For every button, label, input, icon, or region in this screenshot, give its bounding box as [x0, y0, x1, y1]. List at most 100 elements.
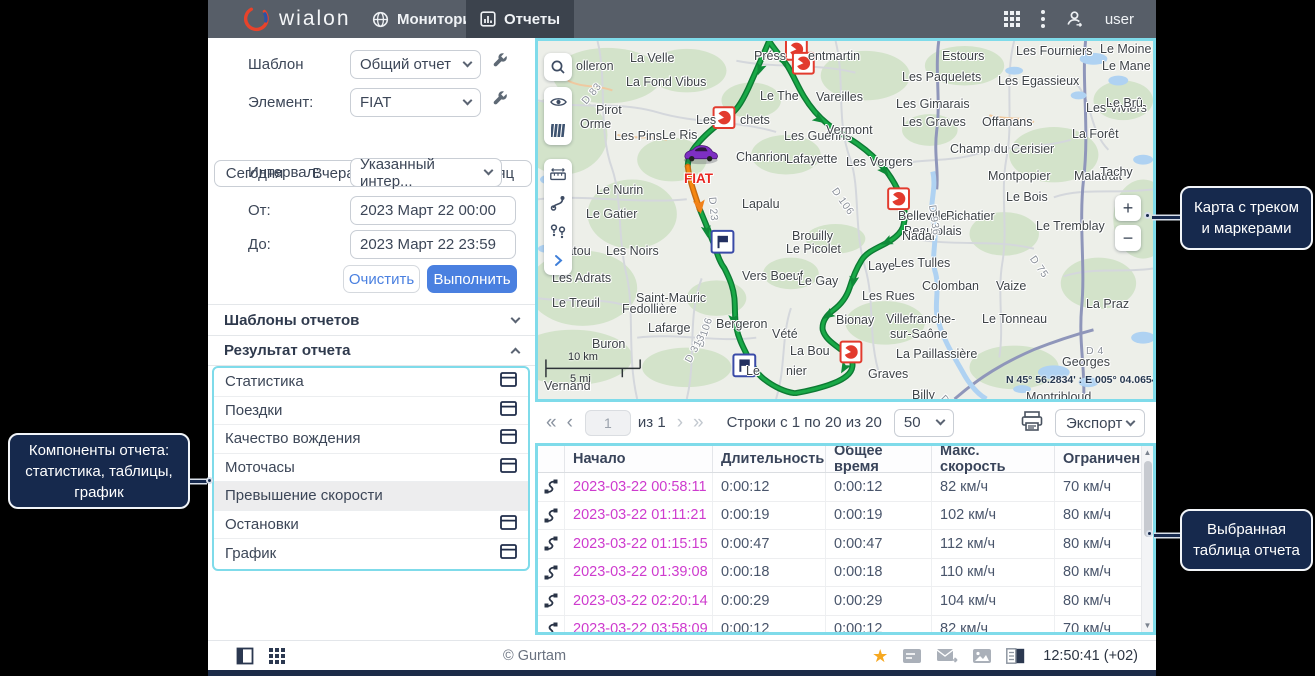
messages-icon[interactable] [936, 648, 958, 664]
toggle-panel-icon[interactable] [236, 647, 254, 665]
unit-wrench-icon[interactable] [492, 89, 510, 107]
column-header[interactable]: Макс. скорость [932, 446, 1055, 472]
callout-connector [190, 480, 207, 483]
report-component-6[interactable]: График [214, 539, 528, 568]
export-label: Экспорт [1066, 415, 1122, 432]
report-settings-sidebar: Шаблон Общий отчет Элемент: FIAT Сегодня… [208, 38, 535, 640]
row-cell: 80 км/ч [1055, 530, 1141, 558]
tab-reports-active[interactable]: Отчеты [466, 0, 574, 38]
from-input[interactable] [360, 202, 506, 219]
table-row[interactable]: 2023-03-22 02:20:140:00:290:00:29104 км/… [538, 587, 1153, 616]
user-icon[interactable] [1065, 9, 1085, 29]
zoom-out-button[interactable]: − [1115, 225, 1141, 251]
top-navigation-bar: wialon Мониторинг Отчеты [208, 0, 1156, 38]
row-start-time-link[interactable]: 2023-03-22 01:15:15 [565, 530, 713, 558]
template-select[interactable]: Общий отчет [350, 50, 481, 79]
chevron-down-icon [463, 96, 473, 106]
favorites-star-icon[interactable]: ★ [872, 647, 888, 665]
report-component-2[interactable]: Качество вождения [214, 425, 528, 454]
map-with-track[interactable]: olleronLa VelleLa Fond VibusPirotOrmeLes… [535, 38, 1156, 402]
map-search-button[interactable] [544, 53, 572, 81]
template-wrench-icon[interactable] [492, 51, 510, 69]
column-header[interactable]: Ограничение [1055, 446, 1141, 472]
notifications-icon[interactable] [902, 648, 922, 664]
first-page-button[interactable]: « [541, 413, 562, 432]
chevron-down-icon [463, 58, 473, 68]
scale-mi-label: 5 mi [570, 373, 591, 385]
scrollbar-thumb[interactable] [1144, 461, 1152, 537]
section-report-templates[interactable]: Шаблоны отчетов [208, 304, 535, 335]
report-component-label: Остановки [225, 516, 299, 533]
row-cell: 82 км/ч [932, 616, 1055, 636]
report-component-5[interactable]: Остановки [214, 511, 528, 540]
table-row[interactable]: 2023-03-22 01:39:080:00:180:00:18110 км/… [538, 559, 1153, 588]
row-cell: 80 км/ч [1055, 587, 1141, 615]
annotation-text: статистика, таблицы, [16, 461, 182, 482]
row-start-time-link[interactable]: 2023-03-22 01:11:21 [565, 502, 713, 530]
chevron-down-icon [484, 166, 494, 176]
table-component-icon [500, 429, 517, 448]
page-size-value: 50 [904, 414, 921, 431]
prev-page-button[interactable]: ‹ [562, 413, 578, 432]
to-input[interactable] [360, 236, 506, 253]
column-header[interactable]: Общее время [826, 446, 932, 472]
table-pagination-bar: « ‹ из 1 › » Строки с 1 по 20 из 20 50 Э… [535, 402, 1156, 443]
page-size-select[interactable]: 50 [894, 409, 954, 437]
annotation-text: график [16, 482, 182, 503]
page-number-input[interactable] [586, 411, 630, 435]
row-cell: 80 км/ч [1055, 559, 1141, 587]
annotation-map: Карта с треком и маркерами [1180, 186, 1313, 250]
section-report-result[interactable]: Результат отчета [208, 335, 535, 366]
report-component-1[interactable]: Поездки [214, 397, 528, 426]
clear-button[interactable]: Очистить [343, 265, 420, 293]
report-component-0[interactable]: Статистика [214, 368, 528, 397]
table-scrollbar[interactable]: ▲ ▼ [1141, 446, 1153, 632]
interval-select[interactable]: Указанный интер... [350, 158, 502, 187]
table-row[interactable]: 2023-03-22 00:58:110:00:120:00:1282 км/ч… [538, 473, 1153, 502]
chevron-down-icon [511, 313, 521, 323]
split-view-icon[interactable] [1006, 648, 1025, 664]
row-start-time-link[interactable]: 2023-03-22 00:58:11 [565, 473, 713, 501]
callout-connector-dot [1144, 212, 1151, 219]
report-component-4[interactable]: Превышение скорости [214, 482, 528, 511]
track-tool-button[interactable] [544, 188, 572, 217]
column-header[interactable]: Длительность [713, 446, 826, 472]
apps-grid-icon[interactable] [269, 648, 286, 665]
trip-row-icon [538, 530, 565, 558]
more-menu-icon[interactable] [1041, 10, 1045, 28]
map-visibility-button[interactable] [544, 87, 572, 116]
row-cell: 112 км/ч [932, 530, 1055, 558]
points-tool-button[interactable] [544, 217, 572, 246]
map-source-button[interactable] [544, 116, 572, 145]
row-start-time-link[interactable]: 2023-03-22 01:39:08 [565, 559, 713, 587]
zoom-in-button[interactable]: + [1115, 195, 1141, 221]
table-row[interactable]: 2023-03-22 03:58:090:00:120:00:1282 км/ч… [538, 616, 1153, 636]
export-button[interactable]: Экспорт [1055, 409, 1145, 437]
report-component-3[interactable]: Моточасы [214, 454, 528, 483]
media-icon[interactable] [972, 648, 992, 664]
table-row[interactable]: 2023-03-22 01:11:210:00:190:00:19102 км/… [538, 502, 1153, 531]
callout-connector [1152, 216, 1180, 219]
copyright-label: © Gurtam [503, 641, 566, 671]
table-row[interactable]: 2023-03-22 01:15:150:00:470:00:47112 км/… [538, 530, 1153, 559]
expand-tools-chevron[interactable] [544, 246, 572, 275]
wialon-logo-icon [242, 5, 270, 33]
user-name-label[interactable]: user [1105, 11, 1134, 28]
last-page-button[interactable]: » [688, 413, 709, 432]
row-cell: 0:00:12 [713, 473, 826, 501]
execute-button[interactable]: Выполнить [427, 265, 517, 293]
report-result-table: Начало Длительность Общее время Макс. ск… [535, 443, 1156, 635]
next-page-button[interactable]: › [672, 413, 688, 432]
row-start-time-link[interactable]: 2023-03-22 03:58:09 [565, 616, 713, 636]
trip-row-icon [538, 473, 565, 501]
ruler-tool-button[interactable] [544, 159, 572, 188]
unit-select[interactable]: FIAT [350, 88, 481, 117]
column-header[interactable]: Начало [565, 446, 713, 472]
apps-grid-icon[interactable] [1003, 10, 1021, 28]
row-start-time-link[interactable]: 2023-03-22 02:20:14 [565, 587, 713, 615]
scroll-up-arrow[interactable]: ▲ [1144, 446, 1152, 459]
print-button[interactable] [1021, 411, 1043, 436]
scroll-down-arrow[interactable]: ▼ [1144, 619, 1152, 632]
report-component-label: Превышение скорости [225, 487, 383, 504]
interval-label: Интервал: [248, 164, 320, 181]
